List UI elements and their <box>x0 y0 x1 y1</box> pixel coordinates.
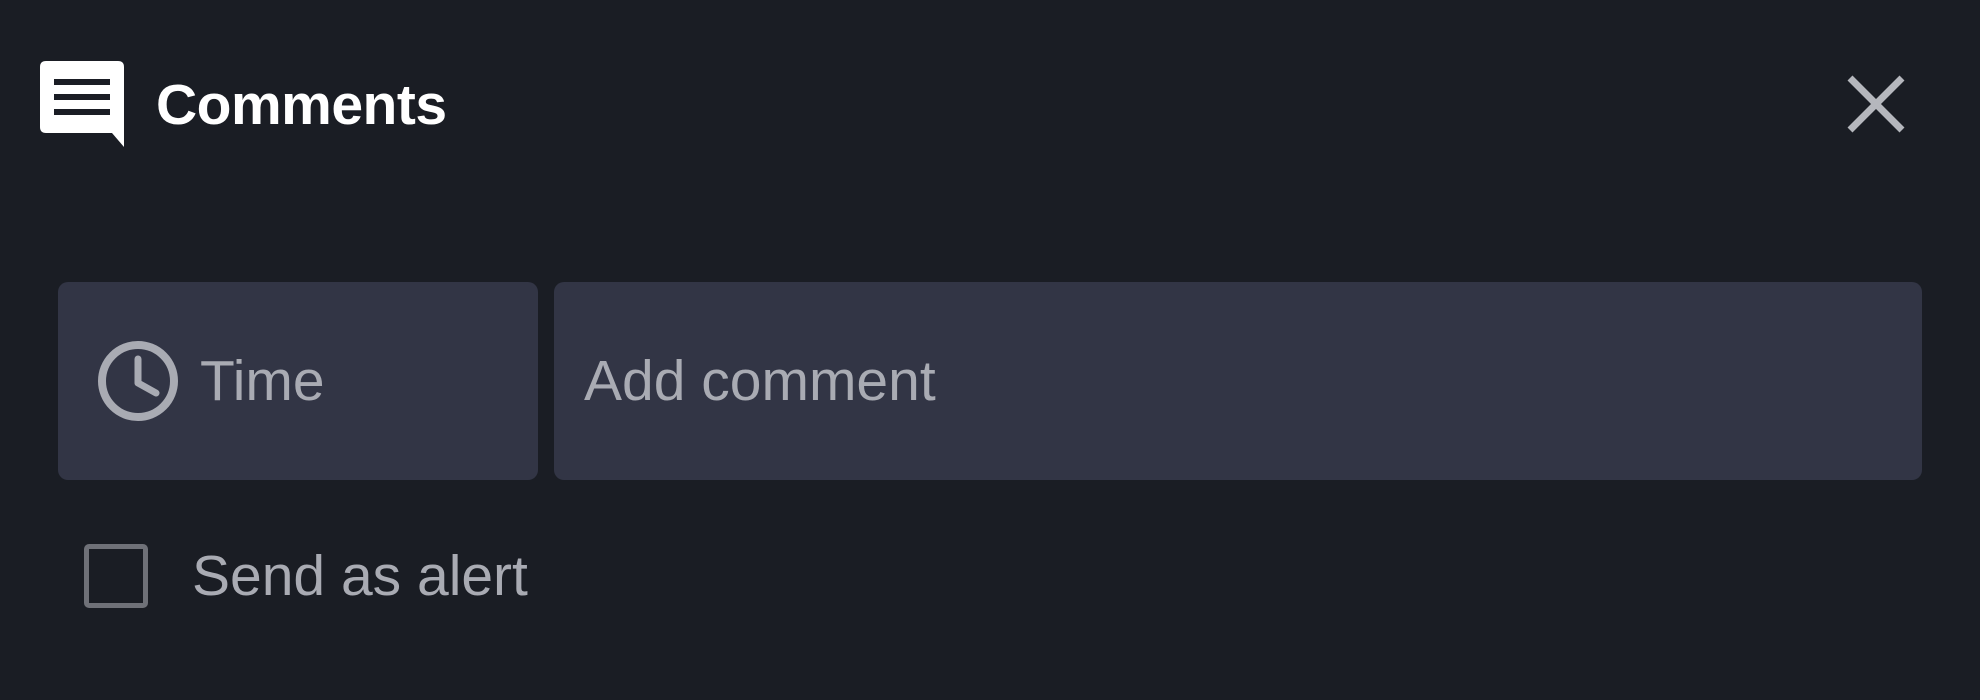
comments-panel: Comments Time Send as alert <box>0 0 1980 700</box>
time-button-label: Time <box>200 349 325 413</box>
close-icon <box>1844 75 1908 140</box>
send-as-alert-label: Send as alert <box>192 544 528 608</box>
panel-header: Comments <box>40 60 447 150</box>
time-button[interactable]: Time <box>58 282 538 480</box>
comment-input[interactable] <box>554 282 1922 480</box>
send-as-alert-checkbox[interactable] <box>84 544 148 608</box>
send-as-alert-option[interactable]: Send as alert <box>84 536 528 616</box>
panel-title: Comments <box>156 73 447 137</box>
comment-composer: Time <box>58 282 1922 480</box>
comment-icon <box>40 61 126 149</box>
clock-icon <box>96 339 180 423</box>
close-button[interactable] <box>1844 72 1908 136</box>
